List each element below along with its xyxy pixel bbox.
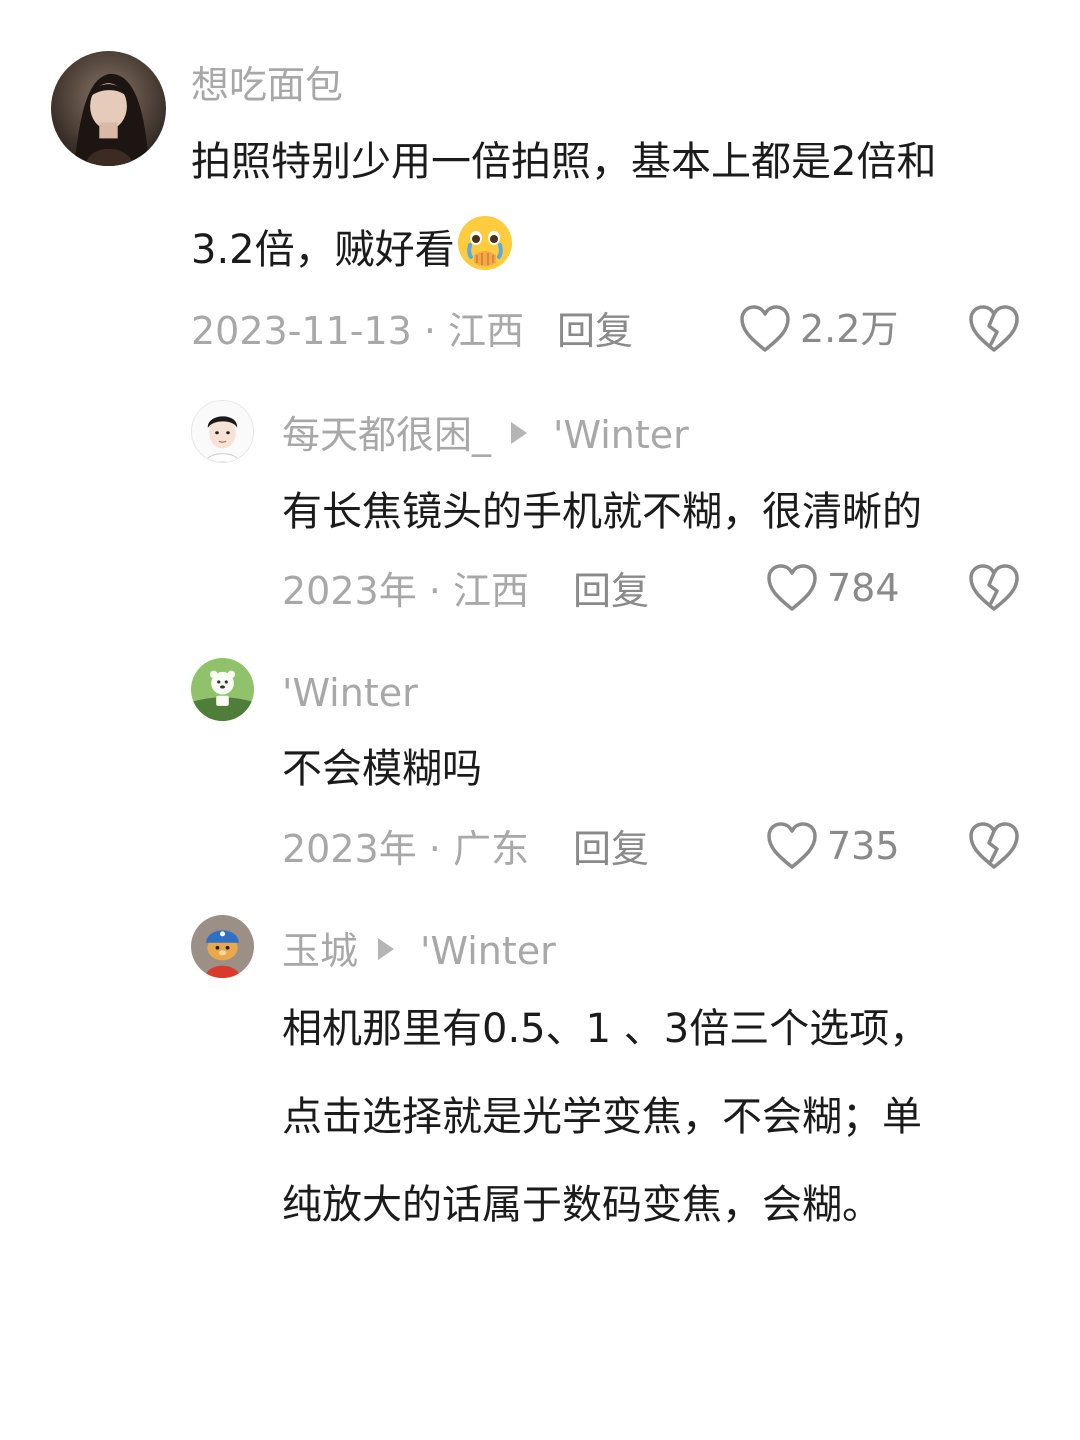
- reply-button[interactable]: 回复: [557, 312, 633, 350]
- reply-to-name[interactable]: 'Winter: [553, 413, 689, 457]
- comment-text-line: 点击选择就是光学变焦，不会糊；单: [282, 1094, 922, 1140]
- reply-to-name[interactable]: 'Winter: [420, 929, 556, 973]
- comment-text-line: 纯放大的话属于数码变焦，会糊。: [282, 1182, 882, 1228]
- avatar[interactable]: [191, 400, 254, 463]
- comment-text-line: 不会模糊吗: [282, 746, 482, 792]
- comment-text: 有长焦镜头的手机就不糊，很清晰的: [282, 468, 922, 556]
- like-count: 735: [827, 824, 900, 868]
- avatar[interactable]: [191, 915, 254, 978]
- like-button[interactable]: 2.2万: [738, 304, 898, 354]
- comment-text-line: 相机那里有0.5、1 、3倍三个选项，: [282, 1006, 930, 1052]
- avatar[interactable]: [191, 658, 254, 721]
- reply-author-name[interactable]: 每天都很困_: [282, 413, 491, 457]
- comment-author: 每天都很困_ 'Winter: [282, 416, 689, 454]
- comment-date-location: 2023-11-13 · 江西: [191, 309, 525, 353]
- like-count: 784: [827, 566, 900, 610]
- heart-outline-icon: [738, 304, 792, 354]
- broken-heart-icon[interactable]: [967, 304, 1021, 354]
- comment-text: 不会模糊吗: [282, 725, 482, 813]
- reply-button[interactable]: 回复: [573, 830, 649, 868]
- comment-text-line: 3.2倍，贼好看: [191, 206, 936, 294]
- comment-author: 玉城 'Winter: [282, 932, 556, 970]
- comment-text-line-content: 3.2倍，贼好看: [191, 227, 455, 273]
- reply-author-name[interactable]: 玉城: [282, 929, 358, 973]
- crying-face-emoji-icon: [455, 213, 515, 273]
- comment-text-line: 拍照特别少用一倍拍照，基本上都是2倍和: [191, 139, 937, 185]
- comment-date-location: 2023年 · 江西: [282, 569, 529, 613]
- heart-outline-icon: [765, 821, 819, 871]
- reply-arrow-icon: [378, 938, 395, 960]
- comment-text: 拍照特别少用一倍拍照，基本上都是2倍和 3.2倍，贼好看: [191, 118, 936, 294]
- broken-heart-icon[interactable]: [967, 821, 1021, 871]
- avatar[interactable]: [51, 51, 166, 166]
- comment-text-line: 有长焦镜头的手机就不糊，很清晰的: [282, 489, 922, 535]
- like-count: 2.2万: [800, 307, 899, 351]
- reply-arrow-icon: [511, 422, 528, 444]
- comment-author[interactable]: 想吃面包: [191, 66, 343, 104]
- comment-text: 相机那里有0.5、1 、3倍三个选项， 点击选择就是光学变焦，不会糊；单 纯放大…: [282, 985, 929, 1249]
- comment-author[interactable]: 'Winter: [282, 674, 418, 712]
- broken-heart-icon[interactable]: [967, 563, 1021, 613]
- like-button[interactable]: 735: [765, 821, 900, 871]
- reply-button[interactable]: 回复: [573, 572, 649, 610]
- heart-outline-icon: [765, 563, 819, 613]
- comment-date-location: 2023年 · 广东: [282, 827, 529, 871]
- like-button[interactable]: 784: [765, 563, 900, 613]
